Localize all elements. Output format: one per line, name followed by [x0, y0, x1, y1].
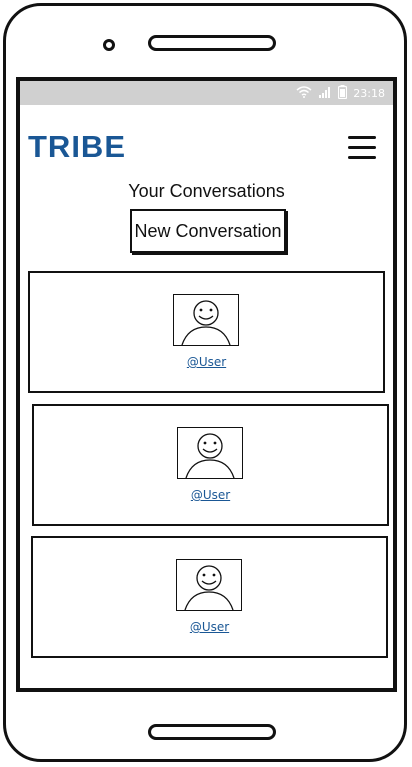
home-button[interactable]: [148, 724, 276, 740]
page-title: Your Conversations: [128, 181, 285, 201]
conversation-card[interactable]: @User: [31, 536, 388, 658]
status-bar: 23:18: [20, 81, 393, 105]
user-avatar-icon: [176, 559, 242, 611]
user-avatar-icon: [173, 294, 239, 346]
conversation-card[interactable]: @User: [32, 404, 389, 526]
user-link[interactable]: @User: [30, 355, 383, 369]
phone-screen: 23:18 TRIBE Your Conversations New Conve…: [16, 77, 397, 692]
status-time: 23:18: [353, 86, 385, 100]
conversation-card[interactable]: @User: [28, 271, 385, 393]
app-logo[interactable]: TRIBE: [28, 129, 126, 165]
new-conversation-button[interactable]: New Conversation: [130, 209, 286, 253]
wifi-icon: [296, 86, 312, 100]
speaker-grille: [148, 35, 276, 51]
user-avatar-icon: [177, 427, 243, 479]
hamburger-menu-icon[interactable]: [348, 136, 376, 162]
signal-icon: [318, 86, 332, 100]
camera-icon: [103, 39, 115, 51]
user-link[interactable]: @User: [33, 620, 386, 634]
user-link[interactable]: @User: [34, 488, 387, 502]
battery-icon: [338, 85, 348, 101]
